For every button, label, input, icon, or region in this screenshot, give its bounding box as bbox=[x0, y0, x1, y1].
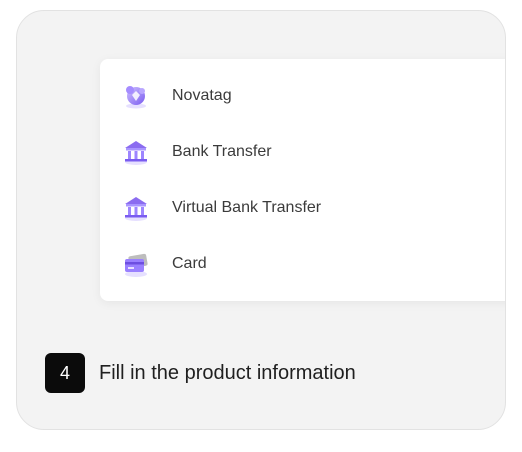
bank-icon bbox=[122, 194, 150, 222]
payment-method-label: Bank Transfer bbox=[172, 143, 272, 160]
payment-method-bank-transfer[interactable]: Bank Transfer bbox=[122, 135, 272, 169]
payment-method-label: Novatag bbox=[172, 87, 232, 104]
credit-card-icon bbox=[122, 250, 150, 278]
novatag-logo-icon bbox=[122, 82, 150, 110]
step-text: Fill in the product information bbox=[99, 361, 356, 384]
payment-method-card[interactable]: Card bbox=[122, 247, 207, 281]
payment-method-label: Card bbox=[172, 255, 207, 272]
payment-method-label: Virtual Bank Transfer bbox=[172, 199, 322, 216]
step-number-badge: 4 bbox=[45, 353, 85, 393]
payment-method-list: Novatag Bank Transfer Virtual Bank Trans… bbox=[100, 59, 505, 301]
step-instruction: 4 Fill in the product information bbox=[45, 353, 356, 393]
bank-icon bbox=[122, 138, 150, 166]
payment-method-virtual-bank-transfer[interactable]: Virtual Bank Transfer bbox=[122, 191, 321, 225]
payment-method-novatag[interactable]: Novatag bbox=[122, 79, 232, 113]
instruction-card: Novatag Bank Transfer Virtual Bank Trans… bbox=[16, 10, 506, 430]
